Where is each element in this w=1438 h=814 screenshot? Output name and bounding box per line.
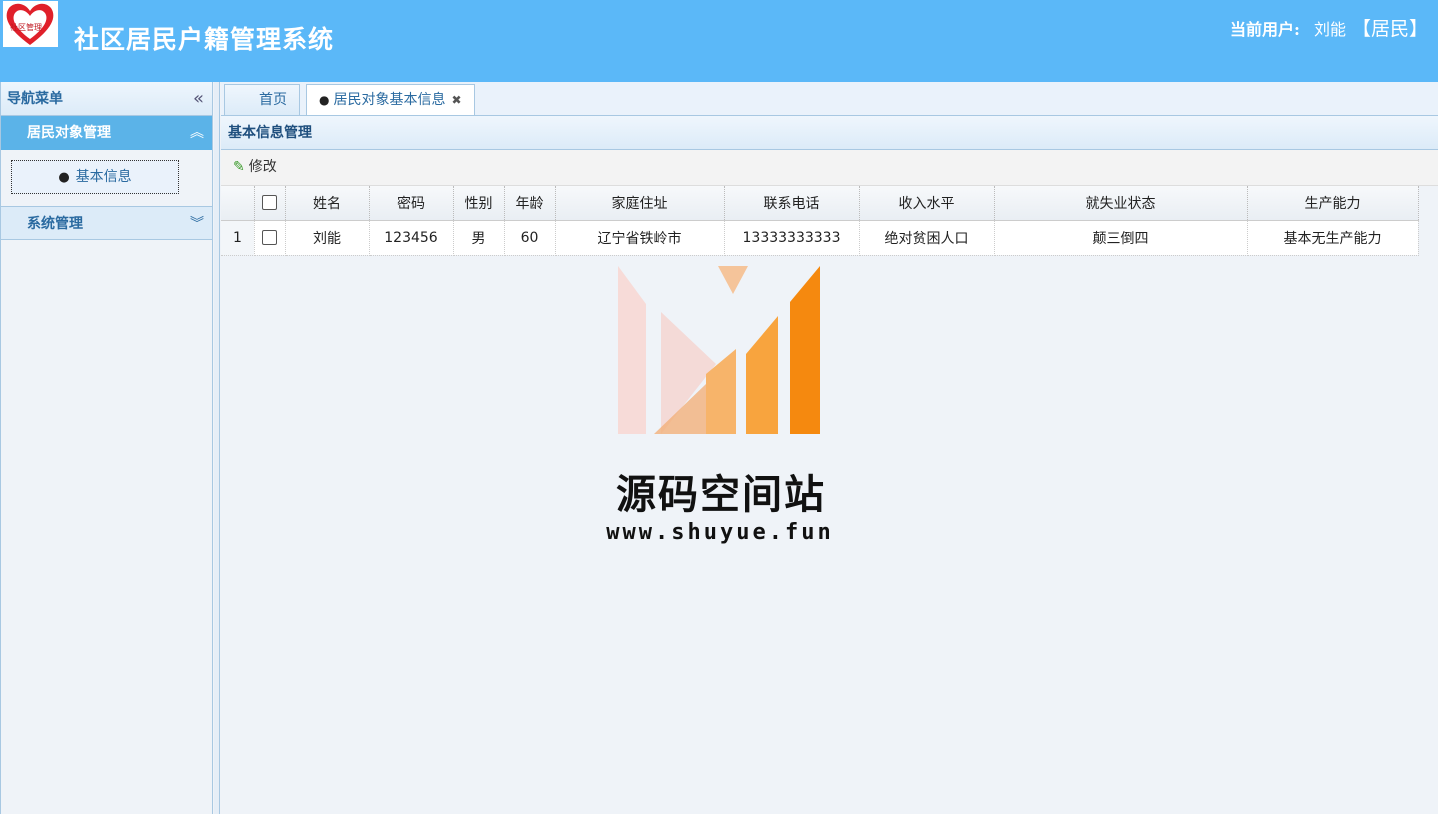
rownum-header [221, 186, 255, 221]
tab-label: 居民对象基本信息 [333, 92, 446, 108]
logo-text: 社区管理 [10, 23, 42, 32]
column-header[interactable]: 姓名 [285, 186, 370, 221]
tab-resident-basic-info[interactable]: ● 居民对象基本信息 ✖ [306, 84, 475, 115]
chevron-down-double-icon: ︾ [190, 216, 204, 232]
current-user-label: 当前用户: [1230, 20, 1300, 39]
row-number: 1 [221, 220, 255, 256]
column-header[interactable]: 家庭住址 [555, 186, 725, 221]
panel-title: 基本信息管理 [221, 116, 1438, 150]
column-header[interactable]: 密码 [369, 186, 454, 221]
table-cell: 13333333333 [724, 220, 860, 256]
tab-home[interactable]: 首页 [224, 84, 300, 115]
pencil-icon: ✎ [233, 159, 245, 175]
sidebar-group-label: 系统管理 [27, 216, 83, 232]
column-header[interactable]: 收入水平 [859, 186, 995, 221]
sidebar-title: 导航菜单 [7, 91, 63, 107]
sidebar-group-label: 居民对象管理 [27, 125, 111, 141]
table-cell: 辽宁省铁岭市 [555, 220, 725, 256]
table-cell: 绝对贫困人口 [859, 220, 995, 256]
edit-button[interactable]: ✎ 修改 [233, 150, 277, 184]
app-title: 社区居民户籍管理系统 [74, 25, 335, 54]
column-header[interactable]: 生产能力 [1247, 186, 1419, 221]
column-header[interactable]: 就失业状态 [994, 186, 1248, 221]
toolbar: ✎ 修改 [221, 150, 1438, 186]
select-all-header [254, 186, 286, 221]
row-select-cell [254, 220, 286, 256]
select-all-checkbox[interactable] [262, 195, 277, 211]
watermark-title: 源码空间站 [616, 472, 826, 518]
edit-button-label: 修改 [248, 159, 277, 175]
sidebar: 导航菜单 « 居民对象管理 ︽ ● 基本信息 系统管理 ︾ [0, 82, 213, 814]
chevron-up-double-icon: ︽ [190, 125, 204, 141]
app-header: 社区管理 社区居民户籍管理系统 当前用户: 刘能 【居民】 [0, 0, 1438, 82]
tab-bar: 首页 ● 居民对象基本信息 ✖ [221, 82, 1438, 116]
collapse-sidebar-icon[interactable]: « [193, 82, 204, 116]
current-user-name: 刘能 [1313, 20, 1346, 39]
column-header[interactable]: 年龄 [504, 186, 556, 221]
person-icon: ● [319, 93, 330, 107]
sidebar-header: 导航菜单 « [1, 82, 212, 116]
sidebar-group-resident-management[interactable]: 居民对象管理 ︽ [1, 116, 212, 150]
table-cell: 60 [504, 220, 556, 256]
resident-table: 姓名 密码 性别 年龄 家庭住址 联系电话 收入水平 就失业状态 生产能力 1 … [221, 186, 1419, 256]
person-icon: ● [58, 170, 70, 185]
watermark-url: www.shuyue.fun [606, 520, 834, 545]
current-user-info: 当前用户: 刘能 【居民】 [1230, 14, 1428, 41]
close-tab-icon[interactable]: ✖ [451, 93, 461, 107]
current-user-role: 【居民】 [1351, 18, 1428, 40]
sidebar-item-label: 基本信息 [75, 169, 132, 185]
column-header[interactable]: 联系电话 [724, 186, 860, 221]
table-header-row: 姓名 密码 性别 年龄 家庭住址 联系电话 收入水平 就失业状态 生产能力 [221, 186, 1419, 221]
table-cell: 基本无生产能力 [1247, 220, 1419, 256]
column-header[interactable]: 性别 [453, 186, 505, 221]
tab-label: 首页 [259, 92, 287, 108]
table-cell: 男 [453, 220, 505, 256]
table-cell: 123456 [369, 220, 454, 256]
table-row[interactable]: 1 刘能 123456 男 60 辽宁省铁岭市 13333333333 绝对贫困… [221, 220, 1419, 256]
logo: 社区管理 [3, 1, 58, 47]
sidebar-group-system-management[interactable]: 系统管理 ︾ [1, 206, 212, 240]
table-cell: 刘能 [285, 220, 370, 256]
sidebar-group-body: ● 基本信息 [1, 150, 212, 206]
table-cell: 颠三倒四 [994, 220, 1248, 256]
sidebar-item-basic-info[interactable]: ● 基本信息 [11, 160, 179, 194]
row-checkbox[interactable] [262, 230, 277, 245]
layout-splitter[interactable] [214, 82, 220, 814]
